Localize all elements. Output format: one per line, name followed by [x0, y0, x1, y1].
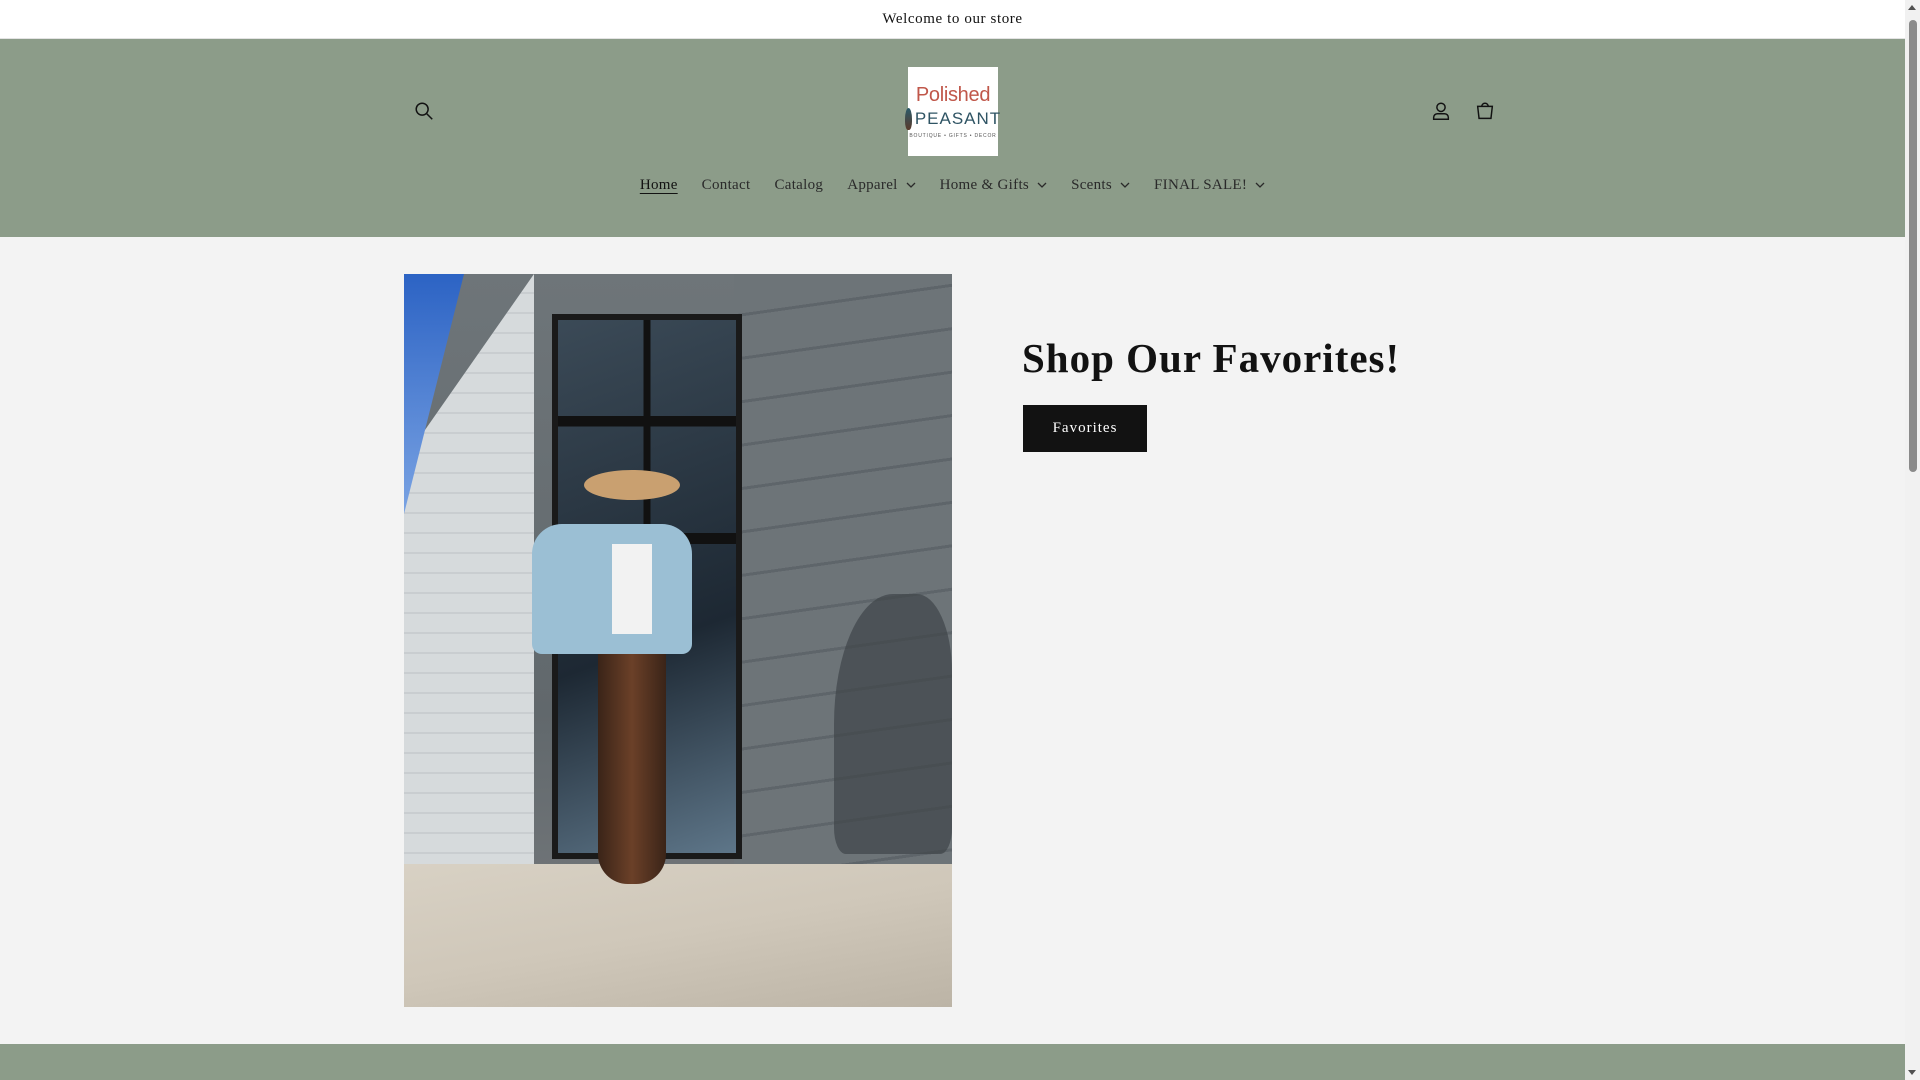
chevron-down-icon: [1255, 182, 1265, 188]
logo-tagline: BOUTIQUE • GIFTS • DECOR: [909, 132, 997, 139]
scroll-up-arrow-icon[interactable]: [1908, 5, 1916, 10]
nav-item-contact[interactable]: Contact: [690, 167, 763, 203]
main-nav: Home Contact Catalog Apparel Home & Gift…: [0, 167, 1905, 203]
site-header: Polished PEASANT BOUTIQUE • GIFTS • DECO…: [0, 39, 1905, 237]
search-icon: [415, 102, 433, 120]
chevron-down-icon: [906, 182, 916, 188]
chevron-down-icon: [1120, 182, 1130, 188]
scroll-thumb[interactable]: [1909, 20, 1917, 472]
favorites-button[interactable]: Favorites: [1023, 405, 1147, 452]
announcement-bar: Welcome to our store: [0, 0, 1905, 39]
chevron-down-icon: [1037, 182, 1047, 188]
cart-button[interactable]: [1463, 89, 1507, 133]
nav-item-final-sale[interactable]: FINAL SALE!: [1142, 167, 1277, 203]
cart-icon: [1476, 102, 1494, 120]
search-button[interactable]: [402, 89, 446, 133]
store-logo[interactable]: Polished PEASANT BOUTIQUE • GIFTS • DECO…: [904, 67, 1002, 156]
page-scrollbar[interactable]: [1905, 0, 1920, 1080]
nav-item-scents[interactable]: Scents: [1059, 167, 1142, 203]
account-icon: [1432, 102, 1450, 120]
nav-item-apparel[interactable]: Apparel: [835, 167, 927, 203]
feather-icon: [904, 107, 912, 130]
account-button[interactable]: [1419, 89, 1463, 133]
nav-item-catalog[interactable]: Catalog: [762, 167, 835, 203]
nav-item-home[interactable]: Home: [628, 167, 690, 203]
logo-line2: PEASANT: [914, 109, 1002, 128]
announcement-text: Welcome to our store: [882, 10, 1023, 27]
scroll-down-arrow-icon[interactable]: [1908, 1070, 1916, 1075]
nav-item-home-gifts[interactable]: Home & Gifts: [928, 167, 1059, 203]
next-section-band: [0, 1044, 1905, 1080]
hero-heading: Shop Our Favorites!: [1022, 335, 1401, 381]
logo-line1: Polished: [915, 83, 991, 106]
hero-image[interactable]: [404, 274, 952, 1007]
